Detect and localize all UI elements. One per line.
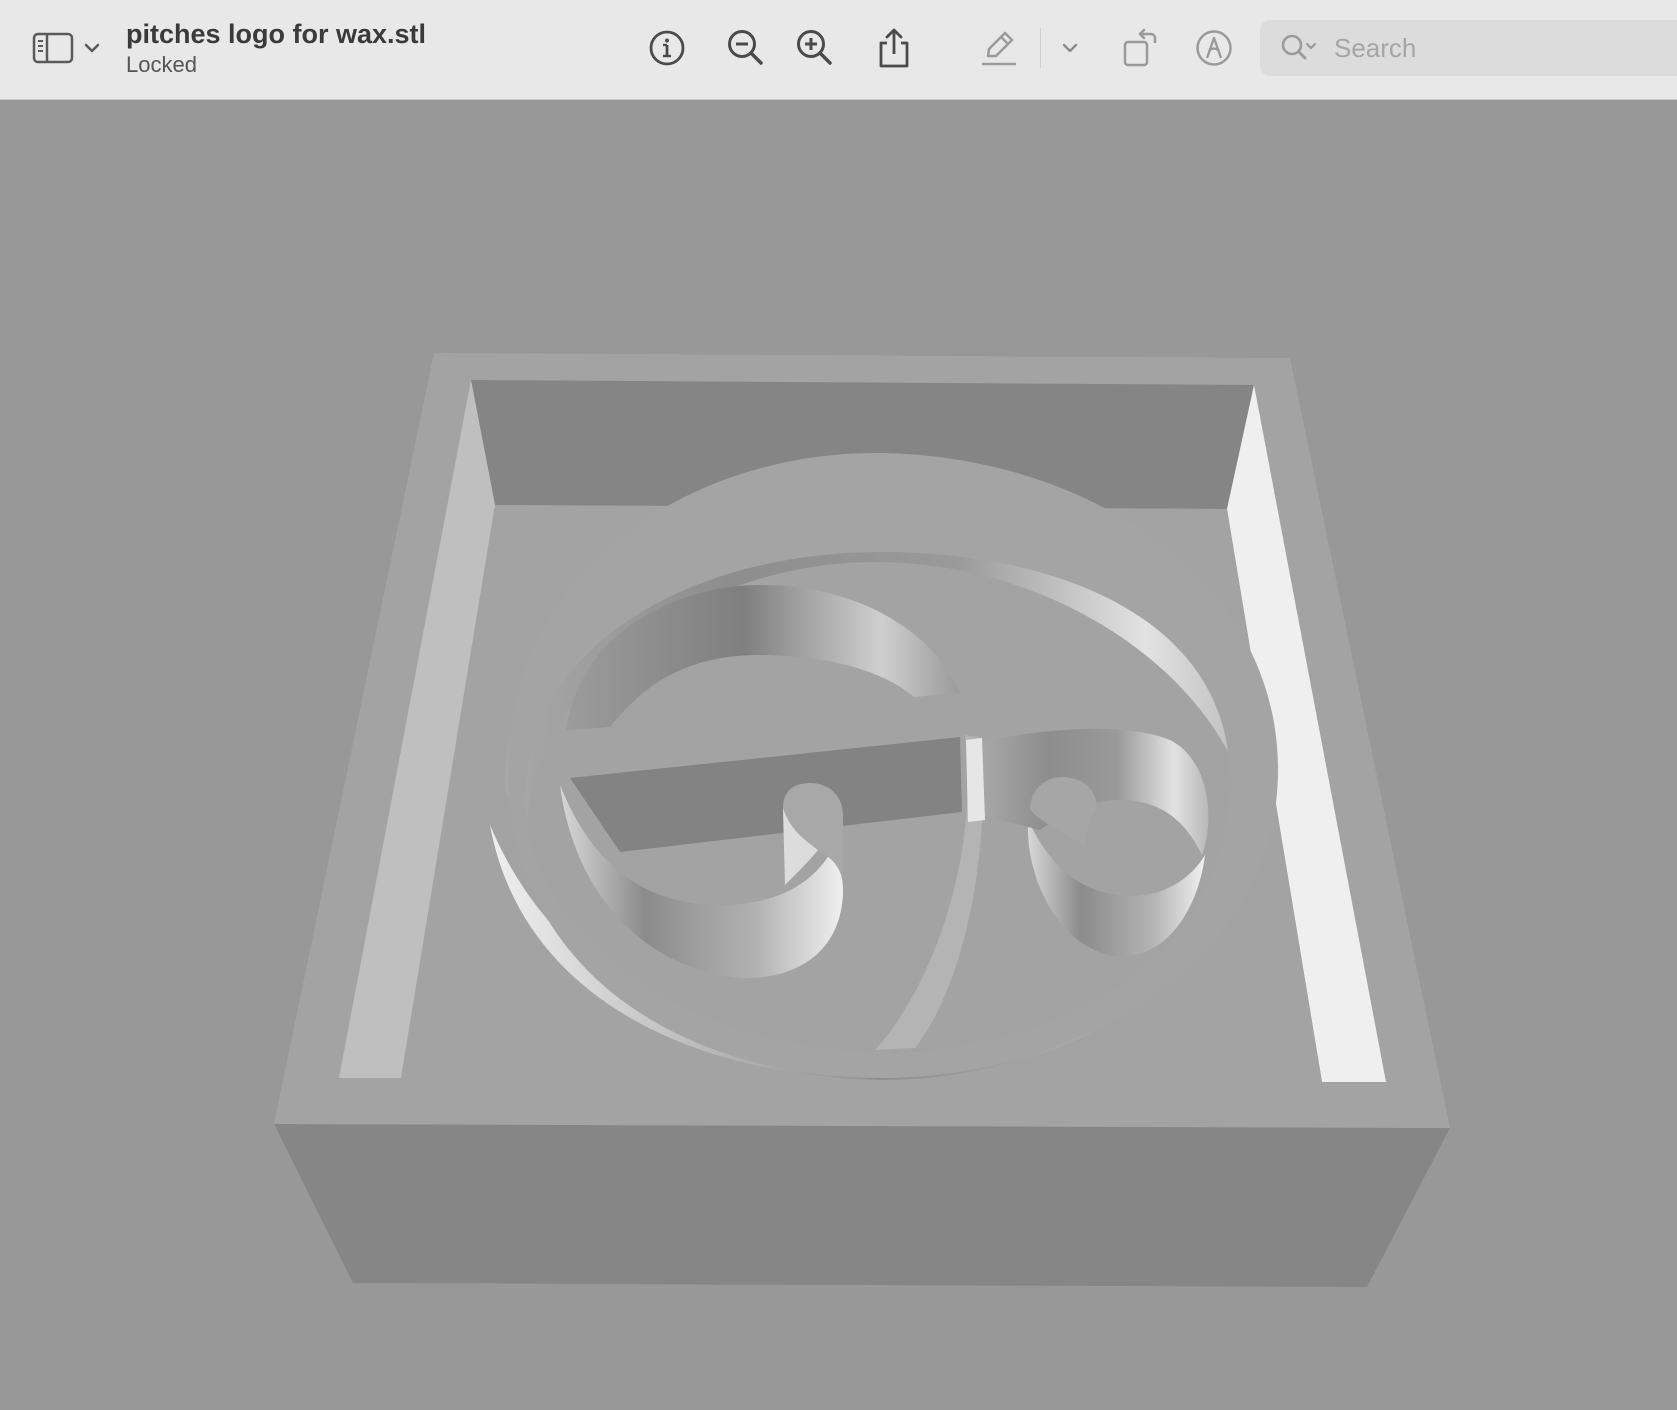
zoom-in-button[interactable] — [789, 22, 841, 74]
chevron-down-icon — [84, 43, 100, 53]
document-title: pitches logo for wax.stl — [126, 19, 427, 49]
markup-button[interactable] — [1188, 22, 1240, 74]
box-front-face — [274, 1124, 1450, 1287]
chevron-down-icon — [1062, 43, 1078, 53]
search-field[interactable] — [1260, 20, 1677, 76]
document-title-block: pitches logo for wax.stl Locked — [126, 18, 426, 80]
search-input[interactable] — [1332, 31, 1636, 65]
info-circle-icon — [649, 30, 685, 66]
sidebar-toggle-button[interactable] — [26, 22, 80, 74]
rotate-left-icon — [1123, 28, 1157, 67]
rotate-button[interactable] — [1115, 22, 1167, 74]
sidebar-icon — [32, 32, 74, 64]
letter-main-stroke-inner — [966, 738, 985, 822]
highlighter-pen-icon — [982, 31, 1016, 66]
markup-pen-circle-icon — [1196, 30, 1232, 66]
share-icon — [879, 28, 909, 68]
share-button[interactable] — [868, 22, 920, 74]
toolbar: pitches logo for wax.stl Locked — [0, 0, 1677, 100]
zoom-in-icon — [797, 30, 832, 65]
info-button[interactable] — [641, 22, 693, 74]
sidebar-menu-button[interactable] — [78, 22, 106, 74]
document-status: Locked — [126, 52, 197, 77]
toolbar-divider — [1040, 28, 1041, 68]
model-viewport[interactable] — [0, 100, 1677, 1410]
zoom-out-icon — [728, 30, 763, 65]
zoom-out-button[interactable] — [720, 22, 772, 74]
highlight-button[interactable] — [973, 22, 1025, 74]
stl-model-render — [274, 353, 1450, 1287]
search-icon — [1281, 34, 1317, 60]
highlight-menu-button[interactable] — [1055, 22, 1085, 74]
preview-window: pitches logo for wax.stl Locked — [0, 0, 1677, 1410]
